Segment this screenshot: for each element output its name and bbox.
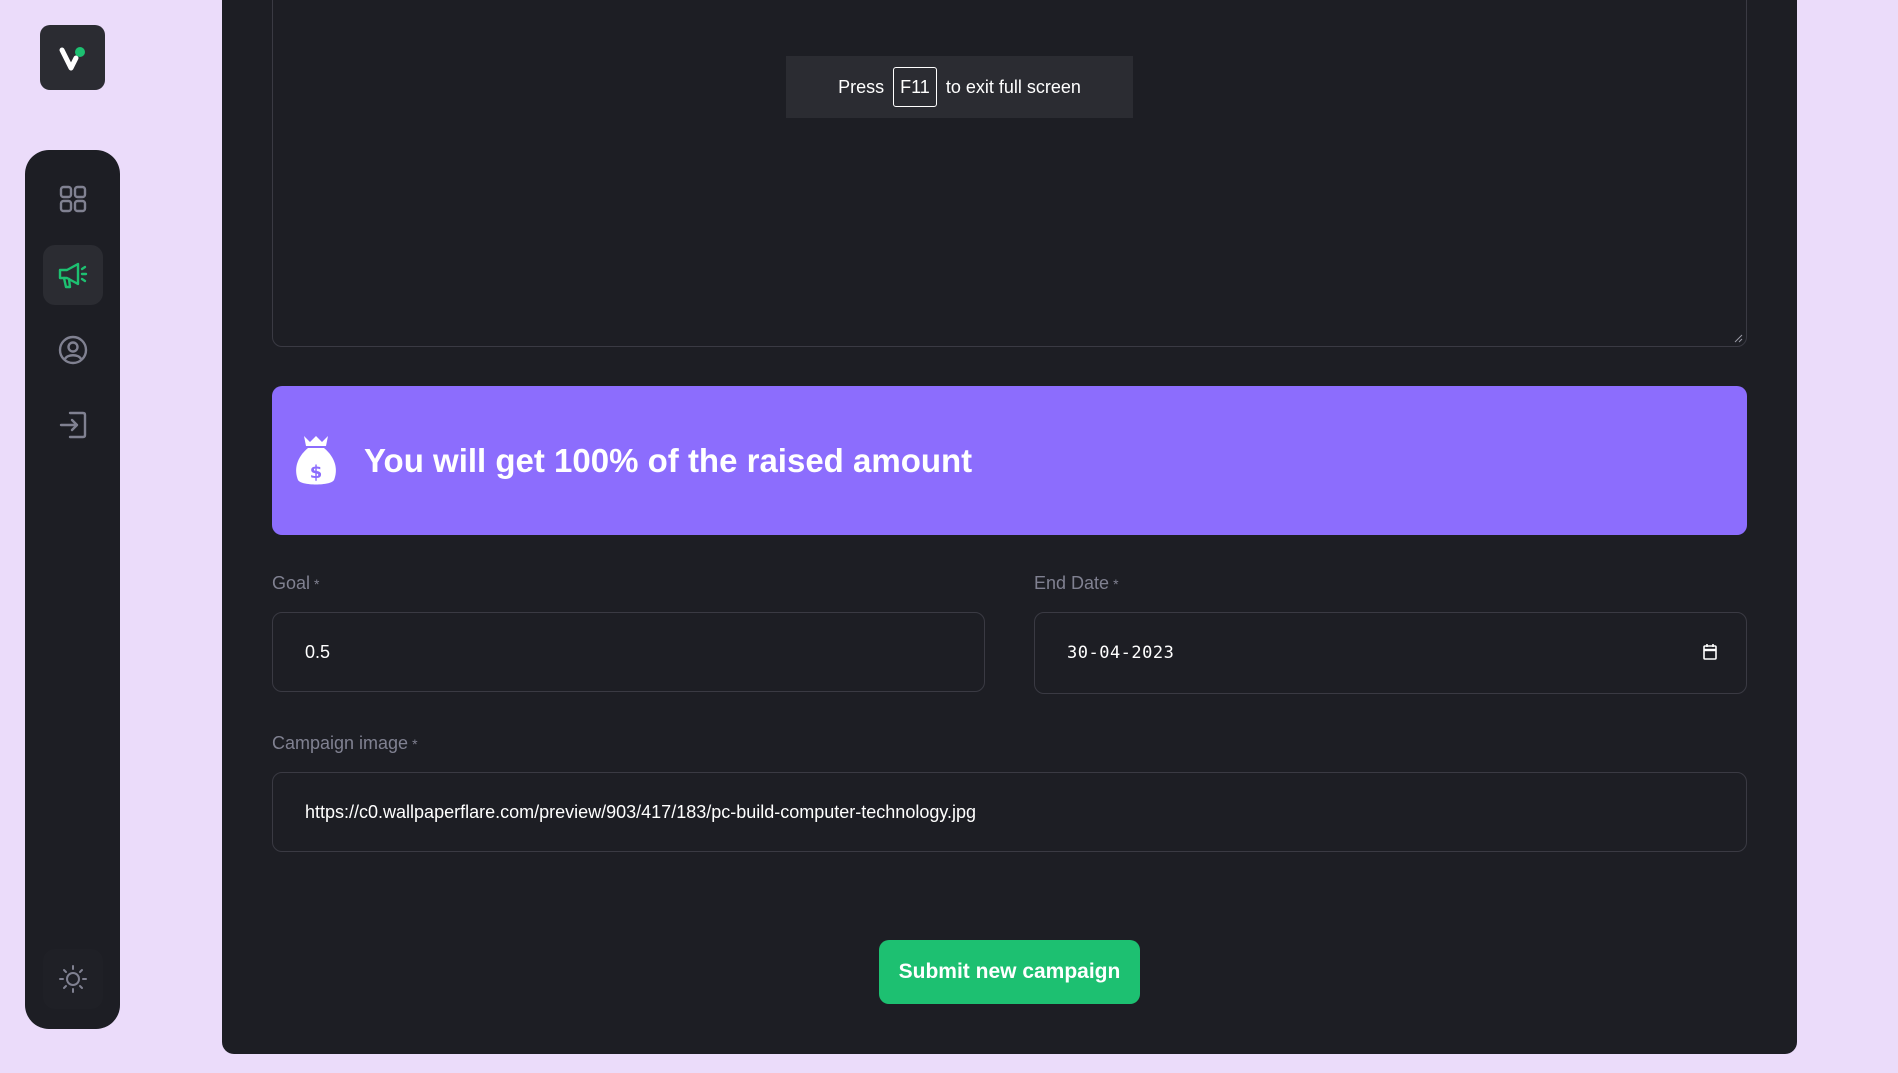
nav-profile[interactable] [43,320,103,380]
money-bag-icon: $ [296,435,336,484]
fullscreen-toast-key: F11 [893,67,937,107]
fullscreen-toast-suffix: to exit full screen [945,76,1081,97]
theme-toggle-button[interactable] [43,949,103,1009]
campaign-image-input-value: https://c0.wallpaperflare.com/preview/90… [305,801,977,822]
calendar-icon[interactable] [1702,643,1718,661]
campaign-image-required-mark: * [412,736,418,752]
brand-logo[interactable] [40,25,105,90]
resize-grip-icon[interactable] [1734,334,1743,343]
campaign-image-label: Campaign image * [272,733,418,754]
brand-logo-icon [59,46,85,70]
fullscreen-toast: Press F11 to exit full screen [786,56,1133,118]
end-date-label: End Date * [1034,573,1119,594]
end-date-input-value: 30-04-2023 [1067,643,1175,663]
campaign-image-input[interactable]: https://c0.wallpaperflare.com/preview/90… [272,772,1747,852]
nav-dashboard[interactable] [43,169,103,229]
story-textarea[interactable] [272,0,1747,347]
fullscreen-toast-prefix: Press [838,76,885,97]
goal-label: Goal * [272,573,319,594]
end-date-input[interactable]: 30-04-2023 [1034,612,1747,694]
megaphone-icon [58,262,88,289]
banner-title: You will get 100% of the raised amount [364,441,973,479]
nav-logout[interactable] [43,395,103,455]
sun-icon [59,965,87,993]
submit-campaign-button[interactable]: Submit new campaign [879,940,1140,1004]
main-panel: Press F11 to exit full screen $ You will… [222,0,1797,1054]
dashboard-grid-icon [59,185,87,213]
nav-campaigns[interactable] [43,245,103,305]
end-date-label-text: End Date [1034,573,1110,593]
logout-icon [59,411,87,439]
profile-icon [58,335,88,365]
goal-required-mark: * [314,576,320,592]
svg-text:$: $ [310,462,323,483]
end-date-required-mark: * [1113,576,1119,592]
goal-label-text: Goal [272,573,311,593]
campaign-image-label-text: Campaign image [272,733,409,753]
raised-amount-banner: $ You will get 100% of the raised amount [272,386,1747,535]
goal-input-value: 0.5 [305,641,331,662]
goal-input[interactable]: 0.5 [272,612,985,692]
sidebar [25,150,120,1029]
